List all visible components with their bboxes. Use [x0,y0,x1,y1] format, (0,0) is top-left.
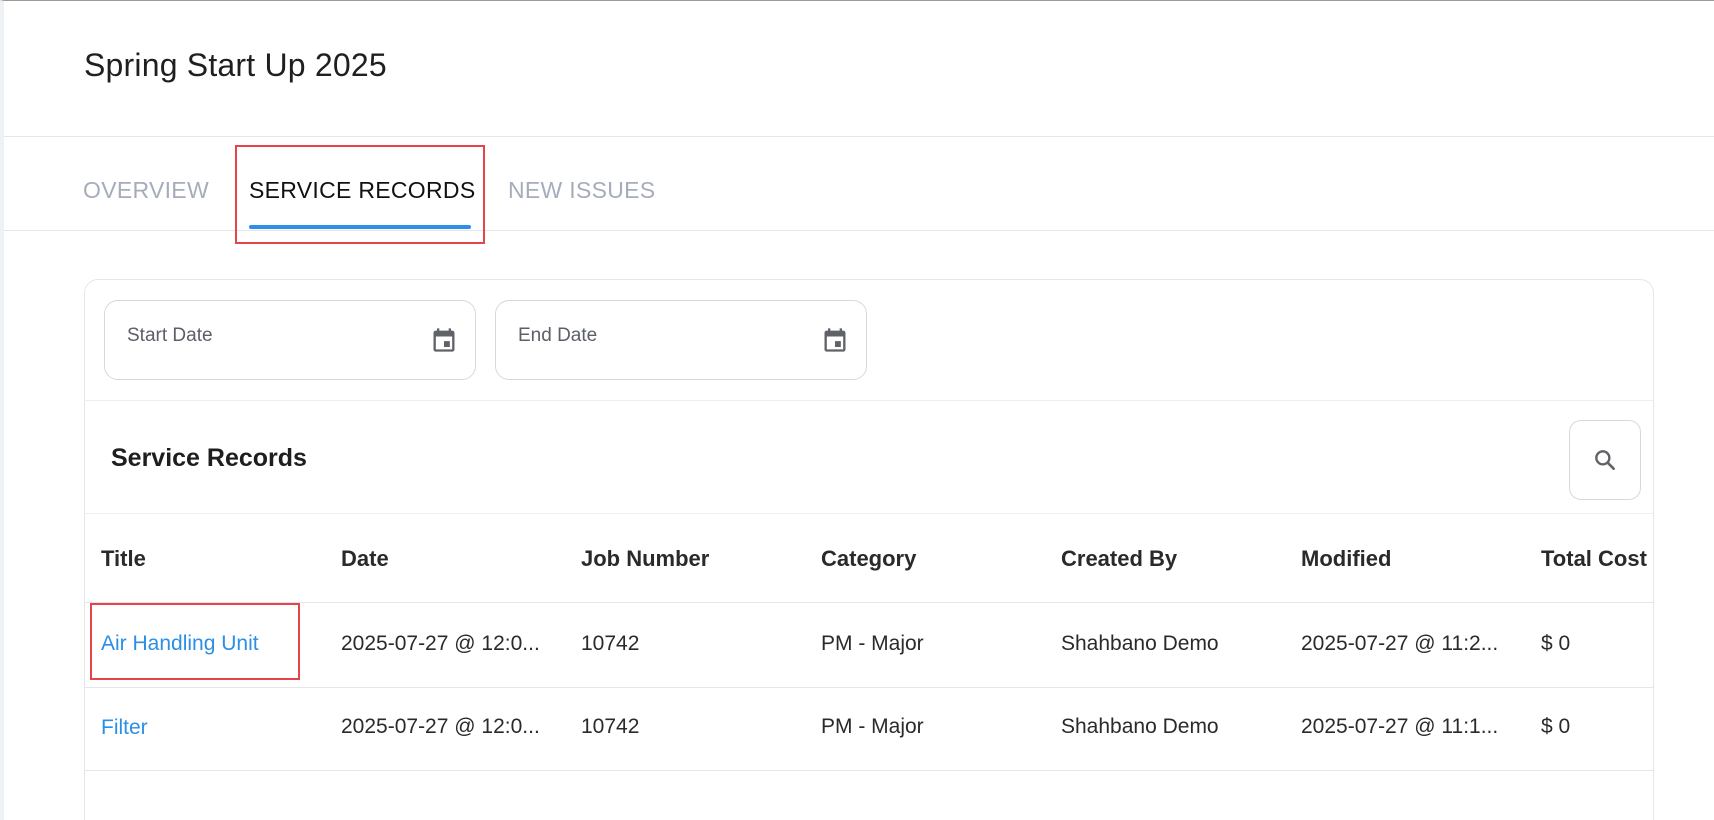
record-total-cost: $ 0 [1541,632,1571,655]
record-total-cost: $ 0 [1541,715,1571,738]
record-title-link[interactable]: Air Handling Unit [101,632,259,656]
start-date-field[interactable]: Start Date [104,300,476,380]
tab-overview[interactable]: OVERVIEW [83,177,209,204]
column-header-title[interactable]: Title [101,546,146,572]
record-date: 2025-07-27 @ 12:0... [341,715,540,738]
record-job-number: 10742 [581,632,640,655]
page-title: Spring Start Up 2025 [84,47,387,83]
end-date-field[interactable]: End Date [495,300,867,380]
record-created-by: Shahbano Demo [1061,632,1219,655]
record-category: PM - Major [821,715,924,738]
tab-service-records[interactable]: SERVICE RECORDS [249,177,475,204]
header-divider [85,513,1653,514]
record-created-by: Shahbano Demo [1061,715,1219,738]
row-divider [85,770,1653,771]
column-header-date[interactable]: Date [341,546,389,572]
page: Spring Start Up 2025 OVERVIEW SERVICE RE… [0,0,1714,820]
column-header-modified[interactable]: Modified [1301,546,1391,572]
table-header-divider [85,602,1653,603]
filter-divider [85,400,1653,401]
column-header-job-number[interactable]: Job Number [581,546,709,572]
search-icon [1595,450,1615,470]
end-date-label: End Date [518,325,598,346]
column-header-created-by[interactable]: Created By [1061,546,1177,572]
column-header-total-cost[interactable]: Total Cost [1541,546,1647,572]
page-header: Spring Start Up 2025 [4,1,1714,137]
calendar-icon[interactable] [821,325,849,355]
record-title-link[interactable]: Filter [101,716,148,740]
start-date-label: Start Date [127,325,213,346]
tab-new-issues[interactable]: NEW ISSUES [508,177,655,204]
active-tab-indicator [249,225,471,229]
record-modified: 2025-07-27 @ 11:1... [1301,715,1499,738]
search-button[interactable] [1569,420,1641,500]
record-category: PM - Major [821,632,924,655]
record-job-number: 10742 [581,715,640,738]
row-divider [85,687,1653,688]
section-title: Service Records [111,444,307,472]
column-header-category[interactable]: Category [821,546,916,572]
record-modified: 2025-07-27 @ 11:2... [1301,632,1499,655]
calendar-icon[interactable] [430,325,458,355]
record-date: 2025-07-27 @ 12:0... [341,632,540,655]
service-records-card: Start Date End Date Service Records Titl… [84,279,1654,820]
tab-bar: OVERVIEW SERVICE RECORDS NEW ISSUES [4,137,1714,231]
